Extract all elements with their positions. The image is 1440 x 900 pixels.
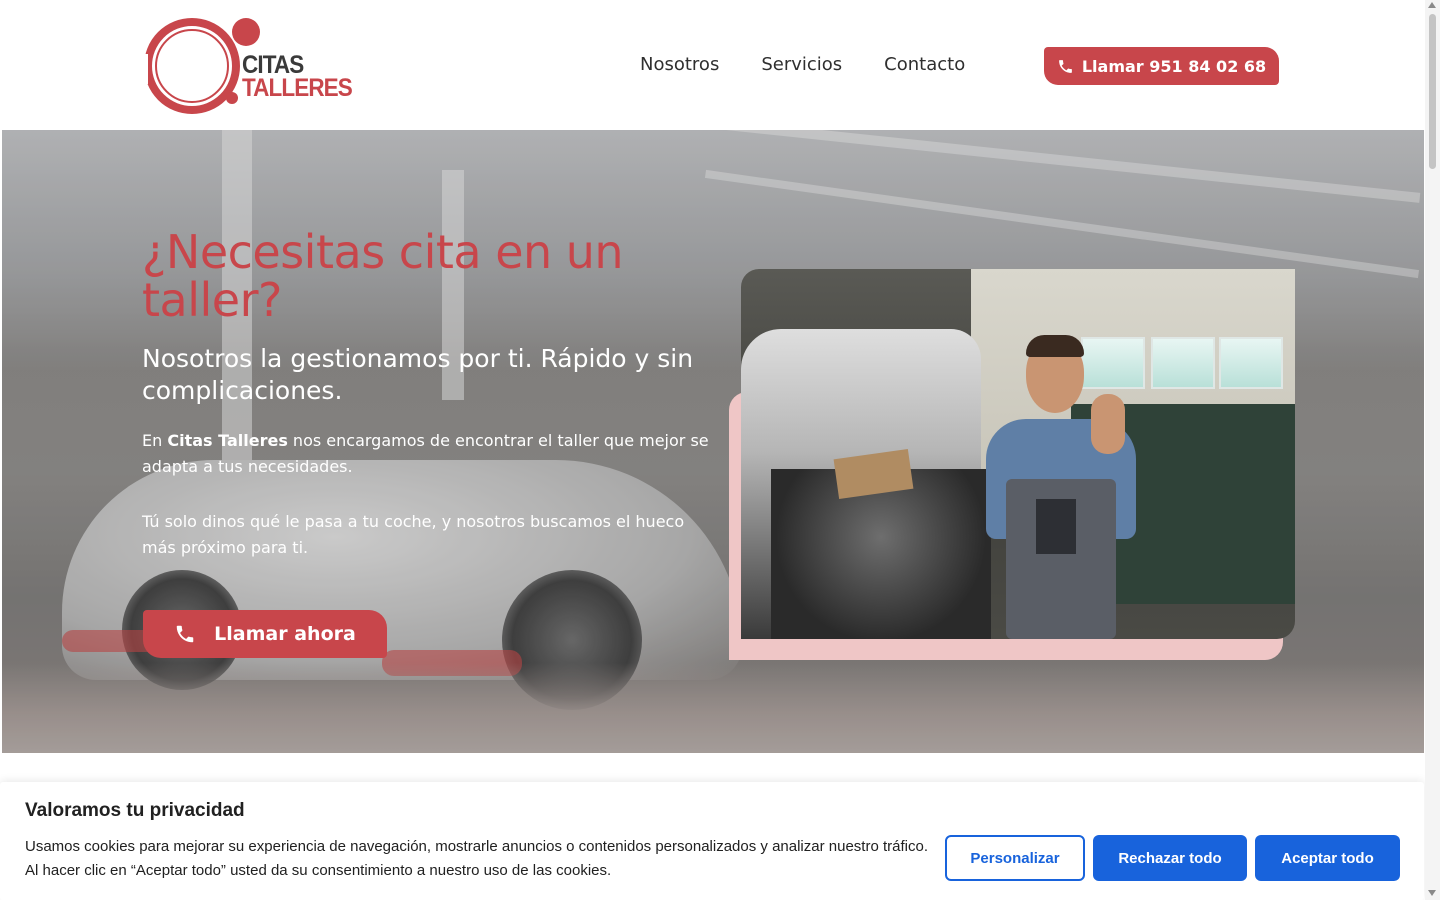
cookie-text: Usamos cookies para mejorar su experienc… <box>25 838 928 879</box>
call-now-button[interactable]: Llamar ahora <box>143 610 387 658</box>
photo-window <box>1151 337 1215 389</box>
cookie-title: Valoramos tu privacidad <box>25 800 245 821</box>
cookie-accept-button[interactable]: Aceptar todo <box>1255 835 1400 881</box>
site-logo[interactable]: CITAS TALLERES <box>142 14 357 118</box>
nav-item-servicios[interactable]: Servicios <box>761 54 842 75</box>
site-header: CITAS TALLERES Nosotros Servicios Contac… <box>0 0 1425 130</box>
photo-window <box>1219 337 1283 389</box>
cookie-reject-button[interactable]: Rechazar todo <box>1093 835 1247 881</box>
hero-paragraph-1-pre: En <box>142 431 168 450</box>
hero-paragraph-1: En Citas Talleres nos encargamos de enco… <box>142 428 712 480</box>
cookie-customize-button[interactable]: Personalizar <box>945 835 1085 881</box>
photo-mechanic-hair <box>1026 335 1084 357</box>
scroll-up-arrow-icon[interactable] <box>1428 2 1436 8</box>
nav-item-contacto[interactable]: Contacto <box>884 54 965 75</box>
hero-title: ¿Necesitas cita en un taller? <box>142 225 624 327</box>
cookie-banner: Valoramos tu privacidad Usamos cookies p… <box>0 782 1424 900</box>
header-call-label: Llamar 951 84 02 68 <box>1081 56 1267 76</box>
logo-line-2: TALLERES <box>242 74 353 102</box>
logo-text: CITAS TALLERES <box>242 53 364 102</box>
nav-item-nosotros[interactable]: Nosotros <box>640 54 719 75</box>
header-call-button[interactable]: Llamar 951 84 02 68 <box>1044 47 1279 85</box>
page-scrollbar[interactable] <box>1425 0 1440 900</box>
phone-icon <box>1058 59 1072 73</box>
hero-paragraph-2: Tú solo dinos qué le pasa a tu coche, y … <box>142 512 685 557</box>
call-now-label: Llamar ahora <box>214 623 356 645</box>
photo-engine <box>771 469 991 639</box>
thumbs-up-icon <box>1091 394 1125 454</box>
hero-subtitle: Nosotros la gestionamos por ti. Rápido y… <box>142 344 694 405</box>
scrollbar-thumb[interactable] <box>1429 14 1436 169</box>
phone-icon <box>176 625 194 643</box>
mechanic-photo <box>741 269 1295 639</box>
scroll-down-arrow-icon[interactable] <box>1428 890 1436 896</box>
hero-paragraph-1-brand: Citas Talleres <box>167 431 288 450</box>
photo-mechanic-pocket <box>1036 499 1076 554</box>
photo-mechanic <box>986 335 1136 639</box>
main-nav: Nosotros Servicios Contacto <box>640 54 1007 75</box>
